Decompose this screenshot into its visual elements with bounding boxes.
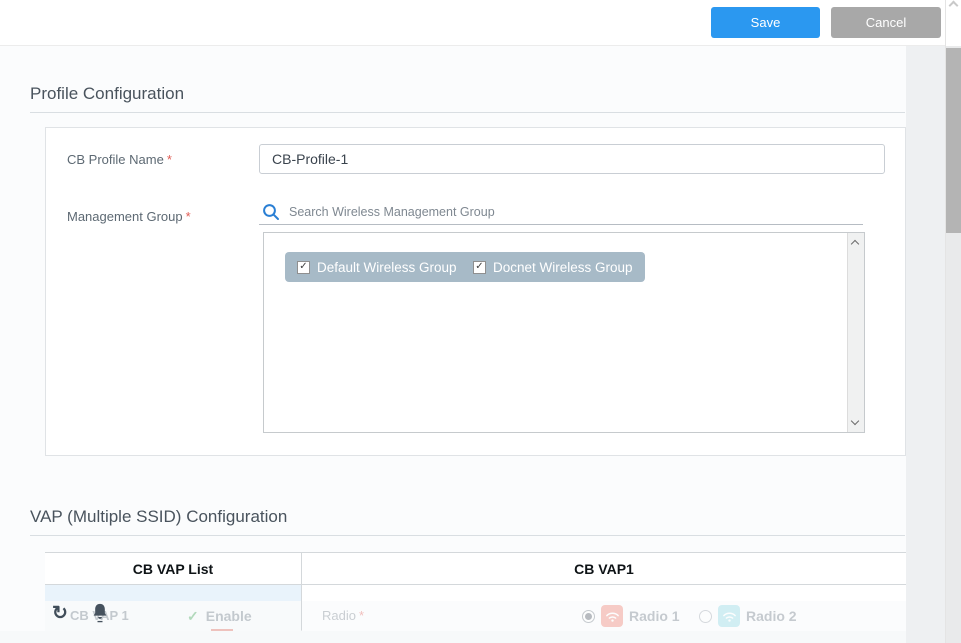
profile-configuration-page: Save Cancel Profile Configuration CB Pro…: [0, 0, 961, 643]
checkbox-checked-icon[interactable]: [473, 261, 486, 274]
save-button[interactable]: Save: [711, 7, 820, 38]
required-asterisk: *: [167, 152, 172, 167]
radio-option-radio1[interactable]: Radio 1: [582, 601, 680, 631]
management-group-listbox[interactable]: Default Wireless Group Docnet Wireless G…: [263, 232, 865, 433]
refresh-icon[interactable]: ↻: [52, 604, 68, 623]
checkbox-checked-icon[interactable]: [297, 261, 310, 274]
vap-status: Enable: [187, 601, 252, 631]
group-tag-label: Default Wireless Group: [317, 260, 457, 275]
check-icon: [187, 608, 206, 624]
required-asterisk: *: [186, 209, 191, 224]
page-scrollbar[interactable]: [945, 0, 961, 643]
scrollbar-down-icon[interactable]: [851, 417, 859, 425]
column-header-vap-list: CB VAP List: [45, 553, 302, 584]
scrollbar-up-icon[interactable]: [949, 1, 959, 11]
management-group-label: Management Group*: [67, 209, 191, 224]
management-group-label-text: Management Group: [67, 209, 183, 224]
vap-list-cell: CB VAP 1 Enable ↻: [45, 585, 302, 630]
topbar: Save Cancel: [0, 0, 945, 46]
column-header-vap1: CB VAP1: [302, 553, 906, 584]
vap-table-header: CB VAP List CB VAP1: [45, 553, 906, 585]
cb-profile-name-input[interactable]: [259, 144, 885, 174]
bell-icon[interactable]: [90, 602, 110, 624]
radio-option-radio2[interactable]: Radio 2: [699, 601, 797, 631]
group-tag-docnet-wireless[interactable]: Docnet Wireless Group: [461, 252, 645, 282]
radio1-label: Radio 1: [629, 608, 680, 624]
right-gutter: [906, 46, 945, 643]
radio-selected-icon[interactable]: [582, 610, 595, 623]
section-divider: [30, 112, 905, 113]
group-tag-label: Docnet Wireless Group: [493, 260, 633, 275]
profile-section-title: Profile Configuration: [30, 84, 184, 104]
radio-field-label: Radio*: [322, 601, 364, 631]
section-divider: [30, 535, 905, 536]
management-group-search: [259, 199, 863, 225]
cb-profile-name-label-text: CB Profile Name: [67, 152, 164, 167]
required-asterisk: *: [359, 608, 364, 623]
radio-label-text: Radio: [322, 608, 356, 623]
selected-row-highlight: [45, 585, 301, 601]
vap-table-body: CB VAP 1 Enable ↻ Radio*: [45, 585, 906, 631]
cancel-button[interactable]: Cancel: [831, 7, 941, 38]
scrollbar-up-icon[interactable]: [851, 240, 859, 248]
vap-detail-cell: Radio* Radio 1: [302, 585, 906, 630]
radio-unselected-icon[interactable]: [699, 610, 712, 623]
vap-table: CB VAP List CB VAP1 CB VAP 1 Enable ↻: [45, 552, 906, 631]
cb-profile-name-label: CB Profile Name*: [67, 152, 172, 167]
profile-configuration-card: CB Profile Name* Management Group* Defau…: [45, 127, 906, 456]
vap-status-label: Enable: [206, 608, 252, 624]
vap-section-title: VAP (Multiple SSID) Configuration: [30, 507, 287, 527]
listbox-scrollbar[interactable]: [847, 233, 864, 432]
scrollbar-thumb[interactable]: [946, 48, 961, 233]
wifi-icon: [601, 605, 623, 627]
search-icon: [262, 203, 280, 221]
bottom-strip: [0, 631, 906, 643]
search-input[interactable]: [289, 201, 849, 223]
radio2-label: Radio 2: [746, 608, 797, 624]
wifi-icon: [718, 605, 740, 627]
group-tag-default-wireless[interactable]: Default Wireless Group: [285, 252, 469, 282]
